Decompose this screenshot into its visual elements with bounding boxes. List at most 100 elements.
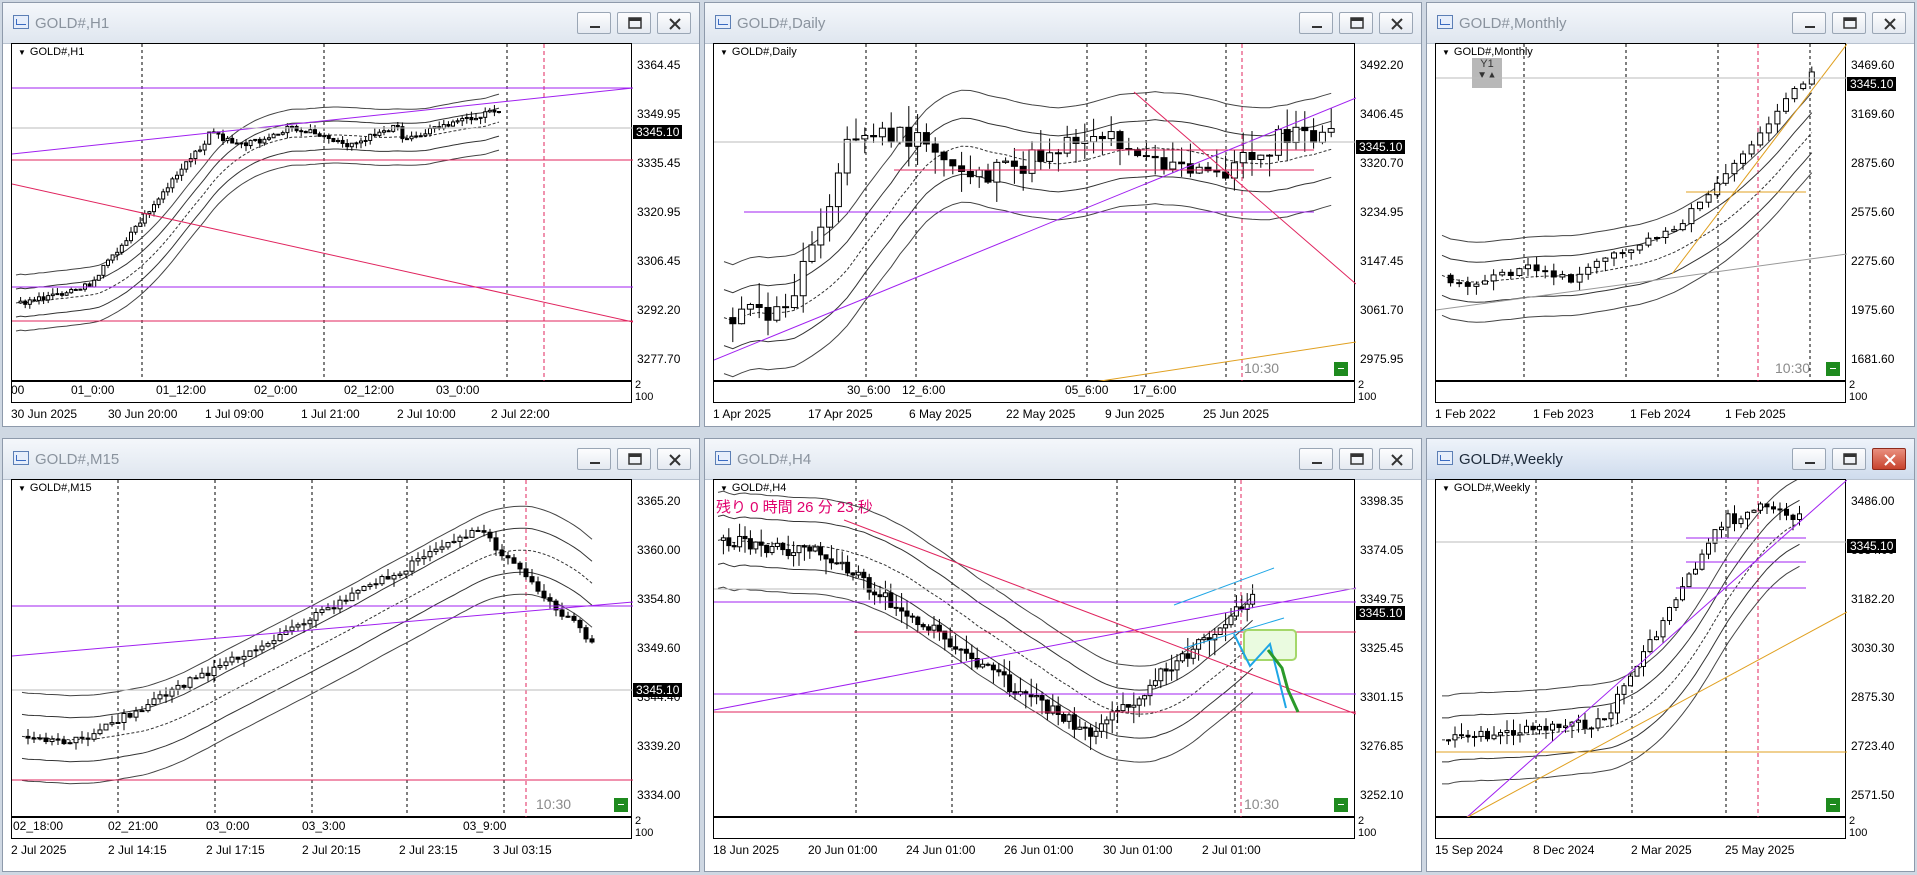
maximize-button[interactable] [617,448,651,470]
close-button[interactable] [657,12,691,34]
indicator-subwindow[interactable] [1435,817,1846,839]
price-tick: 3492.20 [1360,58,1404,72]
candle-body [455,120,460,123]
title-bar[interactable]: GOLD#,H4 [705,439,1421,480]
candle-body [170,178,175,189]
maximize-button[interactable] [1339,448,1373,470]
maximize-button[interactable] [1832,448,1866,470]
title-bar[interactable]: GOLD#,Monthly [1427,3,1914,44]
candle-body [1568,274,1574,283]
chart-window-h1[interactable]: GOLD#,H1 GOLD#,H1 3364.45 3349.95 3335.4… [2,2,700,427]
indicator-subwindow[interactable] [713,817,1355,839]
price-chart[interactable]: GOLD#,H1 [11,43,633,382]
candle-body [1160,157,1168,170]
candle-body [1615,693,1620,714]
candle-body [878,127,886,138]
candle-body [1098,723,1104,732]
trade-level-marker[interactable] [1826,798,1840,812]
candle-body [499,549,505,557]
candle-body [277,633,283,642]
chart-window-daily[interactable]: GOLD#,Daily GOLD#,Daily 10:30 3492.20 34… [704,2,1422,427]
candle-body [421,556,427,560]
candle-body [1530,725,1536,731]
candle-body [1499,271,1506,276]
trade-level-marker[interactable] [1334,362,1348,376]
candle-body [67,742,73,745]
candle-body [248,139,253,147]
candle-body [409,135,414,140]
candle-body [433,548,439,553]
close-button[interactable] [1379,12,1413,34]
candle-body [69,288,74,294]
close-button[interactable] [1379,448,1413,470]
minimize-button[interactable] [1299,12,1333,34]
candle-body [843,138,851,174]
chart-window-monthly[interactable]: GOLD#,Monthly GOLD#,Monthly Y1 ▼▲ 10:30 … [1426,2,1915,427]
candle-body [439,546,445,550]
candle-body [165,187,170,193]
candle-body [1228,615,1234,626]
chart-canvas [714,480,1356,818]
title-bar[interactable]: GOLD#,M15 [3,439,699,480]
candle-body [1628,675,1633,687]
candle-body [225,137,230,142]
maximize-button[interactable] [1832,12,1866,34]
minimize-button[interactable] [577,448,611,470]
minimize-button[interactable] [1299,448,1333,470]
chart-window-h4[interactable]: GOLD#,H4 GOLD#,H4 残り 0 時間 26 分 23 秒 10:3… [704,438,1422,872]
candle-body [887,127,895,143]
minimize-button[interactable] [1792,12,1826,34]
candle-body [290,125,294,128]
subwindow-scale: 2 100 [1849,815,1868,839]
price-chart[interactable]: GOLD#,Monthly Y1 ▼▲ 10:30 [1435,43,1847,382]
maximize-button[interactable] [617,12,651,34]
candle-body [1550,270,1557,278]
price-chart[interactable]: GOLD#,H4 残り 0 時間 26 分 23 秒 10:30 [713,479,1356,818]
trade-level-marker[interactable] [614,798,628,812]
price-chart[interactable]: GOLD#,Weekly [1435,479,1847,818]
candle-body [103,723,109,731]
close-button[interactable] [1872,12,1906,34]
candle-body [23,300,28,305]
candle-body [25,735,31,739]
candle-body [990,664,996,671]
candle-body [985,663,991,666]
candle-body [363,139,368,142]
candle-body [1719,526,1724,531]
chart-window-weekly[interactable]: GOLD#,Weekly GOLD#,Weekly 3486.00 3334.0… [1426,438,1915,872]
candle-body [888,592,894,608]
title-bar[interactable]: GOLD#,Weekly [1427,439,1914,480]
bollinger-upper-2 [1441,92,1813,243]
title-bar[interactable]: GOLD#,Daily [705,3,1421,44]
candle-body [1239,151,1247,164]
trade-level-marker[interactable] [1334,798,1348,812]
minimize-button[interactable] [1792,448,1826,470]
close-button[interactable] [657,448,691,470]
trade-level-marker[interactable] [1826,362,1840,376]
candle-body [1751,509,1757,513]
maximize-button[interactable] [1339,12,1373,34]
candle-body [110,254,115,261]
candle-body [64,292,69,296]
candle-body [1774,110,1781,125]
price-tick: 3292.20 [637,303,681,317]
minimize-button[interactable] [577,12,611,34]
candle-body [492,109,497,113]
time-axis-bottom: 15 Sep 2024 8 Dec 2024 2 Mar 2025 25 May… [1435,843,1795,857]
candle-body [1533,264,1540,272]
indicator-subwindow[interactable] [1435,381,1846,403]
candle-body [61,739,67,745]
candle-body [738,308,746,325]
candle-body [1636,244,1643,251]
price-chart[interactable]: GOLD#,M15 10:30 [11,479,633,818]
chart-window-m15[interactable]: GOLD#,M15 GOLD#,M15 10:30 3365.20 3360.0… [2,438,700,872]
candle-body [1169,669,1175,672]
close-button[interactable] [1872,448,1906,470]
price-chart[interactable]: GOLD#,Daily 10:30 [713,43,1356,382]
title-bar[interactable]: GOLD#,H1 [3,3,699,44]
candle-body [1044,699,1050,714]
window-title: GOLD#,Weekly [1459,451,1563,468]
candle-body [326,135,331,139]
bollinger-lower [1442,543,1800,763]
candle-body [1142,695,1148,700]
